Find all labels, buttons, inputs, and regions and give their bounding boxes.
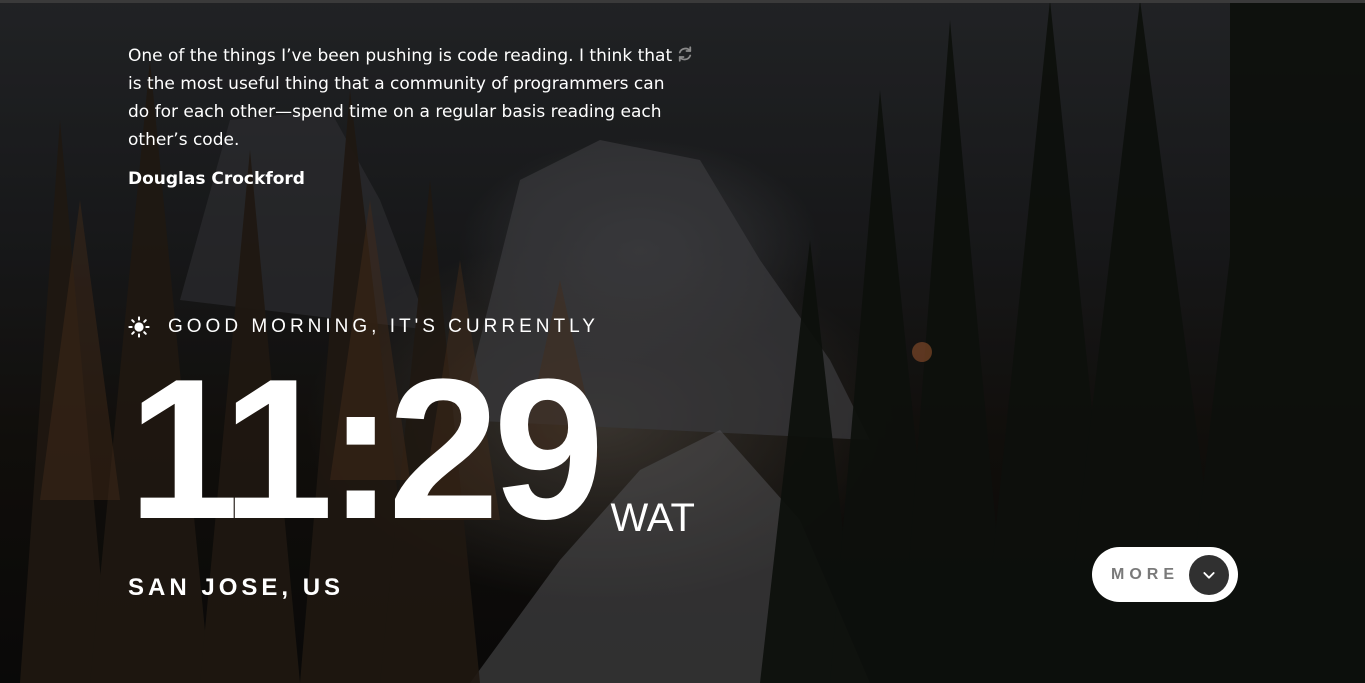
quote-author: Douglas Crockford	[128, 169, 305, 189]
more-button-circle	[1189, 555, 1229, 595]
page: One of the things I’ve been pushing is c…	[0, 0, 1365, 683]
sun-icon	[128, 316, 150, 338]
quote-block: One of the things I’ve been pushing is c…	[128, 42, 692, 190]
top-border	[0, 0, 1365, 3]
clock-timezone: WAT	[610, 496, 695, 540]
greeting-text: GOOD MORNING, IT'S CURRENTLY	[168, 316, 599, 337]
more-button[interactable]: MORE	[1092, 547, 1238, 602]
refresh-icon[interactable]	[676, 45, 694, 63]
chevron-down-icon	[1203, 572, 1215, 579]
quote-text: One of the things I’ve been pushing is c…	[128, 46, 673, 150]
more-button-label: MORE	[1111, 565, 1179, 583]
location: SAN JOSE, US	[128, 574, 345, 601]
clock: 11:29 WAT	[128, 338, 695, 561]
greeting: GOOD MORNING, IT'S CURRENTLY	[128, 316, 599, 338]
clock-time: 11:29	[128, 338, 604, 561]
